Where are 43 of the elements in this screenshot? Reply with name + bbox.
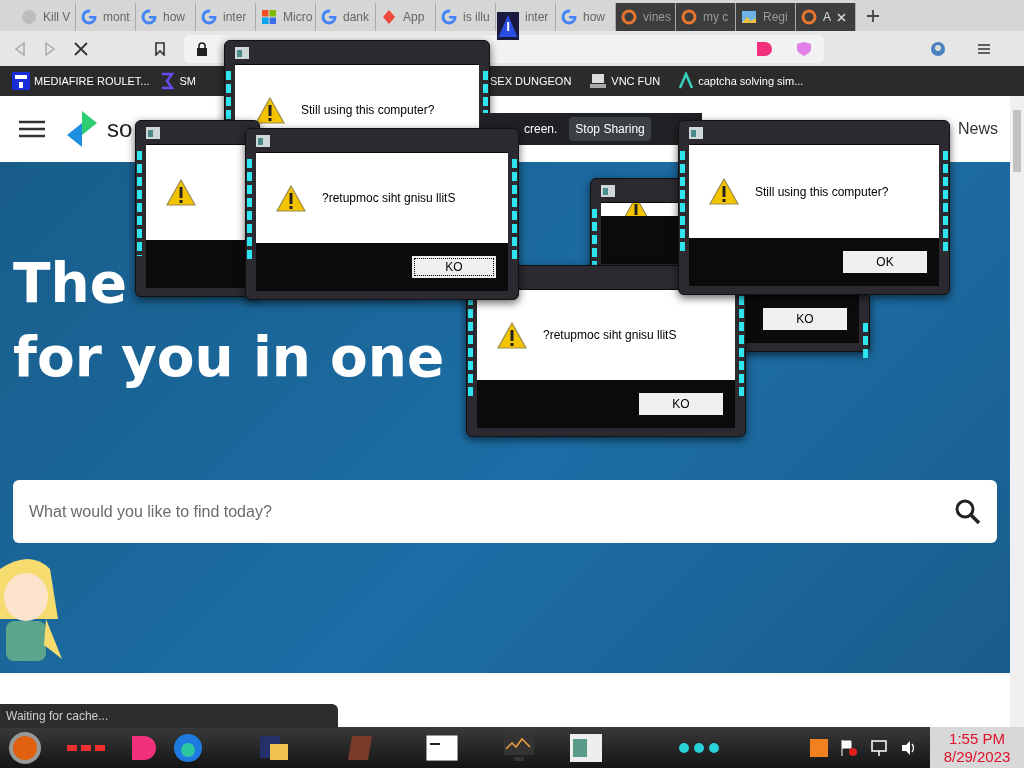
bookmark-link[interactable]: VNC FUN	[589, 72, 661, 90]
dialog-button[interactable]: KO	[412, 256, 496, 278]
dialog-message: ?retupmoc siht gnisu llitS	[322, 190, 456, 207]
status-bar: Waiting for cache...	[0, 704, 338, 728]
dialog-message: Still using this computer?	[755, 183, 889, 201]
tab-label: how	[163, 9, 185, 26]
tab-label: my c	[703, 9, 729, 26]
dialog-message: Still using this computer?	[301, 102, 435, 119]
tab-label: how	[583, 9, 605, 26]
dialog-button[interactable]: KO	[763, 308, 847, 330]
tab-label: inter	[525, 9, 549, 26]
dialog-button[interactable]: KO	[639, 393, 723, 415]
stop-sharing-button[interactable]: Stop Sharing	[569, 117, 651, 141]
tab-label: Regi	[763, 9, 788, 26]
hero-headline: for you in one	[13, 324, 445, 391]
browser-tab[interactable]: Regi	[736, 3, 796, 31]
browser-tab[interactable]: A	[796, 3, 856, 31]
share-message: creen.	[524, 121, 558, 138]
clock-panel[interactable]: 1:55 PM 8/29/2023	[930, 727, 1024, 768]
tab-label: mont	[103, 9, 130, 26]
tab-label: Kill V	[43, 9, 71, 26]
tab-label: A	[823, 9, 831, 26]
dialog-message: ?retupmoc siht gnisu llitS	[543, 327, 677, 344]
bookmark-link[interactable]: SEX DUNGEON	[490, 72, 572, 90]
tab-label: is illu	[463, 9, 490, 26]
tab-label: dank	[343, 9, 370, 26]
bookmark-link[interactable]: MEDIAFIRE ROULET...	[12, 72, 150, 90]
tab-label: Micro	[283, 9, 313, 26]
news-link[interactable]: News	[958, 117, 998, 141]
logo-text: so	[107, 114, 133, 144]
clock-date: 8/29/2023	[943, 747, 1011, 766]
tab-label: vines	[643, 9, 671, 26]
tab-label: App	[403, 9, 425, 26]
browser-tab[interactable]: my c	[676, 3, 736, 31]
bookmark-link[interactable]: SM	[159, 72, 197, 90]
hero-headline: The	[13, 250, 127, 317]
browser-tab[interactable]: vines	[616, 3, 676, 31]
dialog-button[interactable]: OK	[843, 251, 927, 273]
clock-time: 1:55 PM	[949, 729, 1005, 748]
tab-label: inter	[223, 9, 247, 26]
search-input[interactable]: What would you like to find today?	[29, 499, 955, 524]
search-field[interactable]: What would you like to find today?	[13, 480, 997, 543]
bookmark-link[interactable]: captcha solving sim...	[678, 72, 804, 90]
